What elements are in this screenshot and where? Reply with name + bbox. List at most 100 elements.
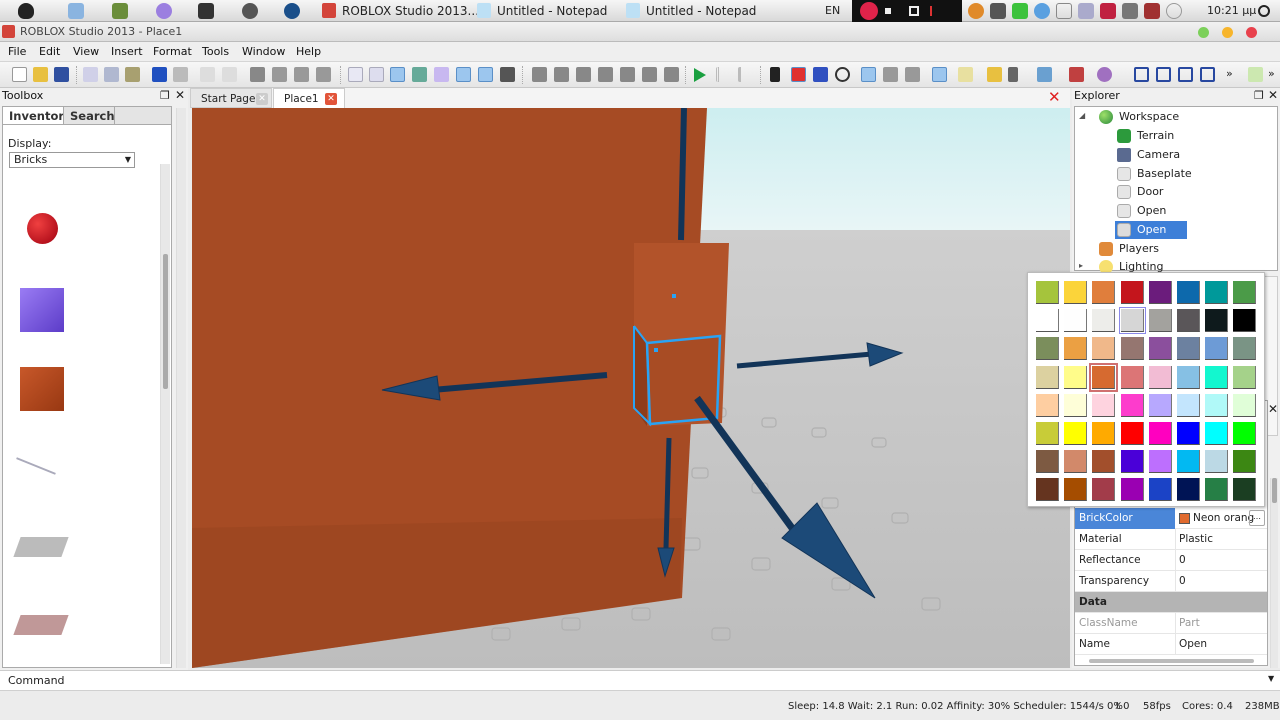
collision-icon[interactable] [932, 67, 947, 82]
minecraft-icon[interactable] [112, 3, 128, 19]
prop-row-reflectance[interactable]: Reflectance 0 [1075, 550, 1267, 571]
color-swatch[interactable] [1177, 450, 1200, 474]
menu-window[interactable]: Window [242, 45, 285, 58]
color-swatch[interactable] [1177, 365, 1200, 389]
color-swatch[interactable] [1036, 281, 1059, 304]
view-icon[interactable] [500, 67, 515, 82]
surface-icon[interactable] [1097, 67, 1112, 82]
scrollbar-thumb[interactable] [163, 254, 168, 389]
close-panel-icon[interactable]: ✕ [175, 88, 185, 102]
color-swatch[interactable] [1064, 309, 1088, 333]
tab-start-page[interactable]: Start Page ✕ [190, 88, 272, 108]
cut-icon[interactable] [83, 67, 98, 82]
color-swatch[interactable] [1233, 309, 1257, 333]
color-swatch[interactable] [1064, 365, 1088, 389]
screenshot-icon[interactable] [909, 6, 919, 16]
camera-tool-icon[interactable] [642, 67, 657, 82]
open-icon[interactable] [33, 67, 48, 82]
prop-row-transparency[interactable]: Transparency 0 [1075, 571, 1267, 592]
color-swatch[interactable] [1064, 393, 1088, 417]
color-swatch[interactable] [1036, 365, 1059, 389]
color-swatch[interactable] [1064, 450, 1088, 474]
expand-arrow-icon[interactable]: ▸ [1079, 261, 1083, 270]
apple-icon[interactable] [18, 3, 34, 19]
weld-icon[interactable] [883, 67, 898, 82]
ellipsis-button[interactable]: … [1249, 510, 1265, 526]
drop-icon[interactable] [250, 67, 265, 82]
color-swatch[interactable] [1064, 281, 1088, 304]
new-icon[interactable] [12, 67, 27, 82]
close-document-icon[interactable]: ✕ [1048, 88, 1061, 106]
display-select[interactable]: Bricks ▼ [9, 152, 135, 168]
color-swatch[interactable] [1205, 422, 1229, 445]
handle-up[interactable] [678, 108, 687, 241]
output-icon[interactable] [434, 67, 449, 82]
chevron-down-icon[interactable]: ▼ [1268, 674, 1274, 683]
tray-icon[interactable] [1034, 3, 1050, 19]
color-swatch[interactable] [1177, 281, 1200, 304]
close-tab-icon[interactable]: ✕ [256, 93, 268, 105]
insert-icon[interactable] [1248, 67, 1263, 82]
box-icon[interactable] [1134, 67, 1149, 82]
tray-icon[interactable] [1144, 3, 1160, 19]
anchor-icon[interactable] [1008, 67, 1018, 82]
color-swatch[interactable] [1177, 393, 1200, 417]
prop-value[interactable]: Neon orang [1193, 508, 1254, 529]
color-swatch[interactable] [1177, 337, 1200, 361]
color-swatch[interactable] [1148, 393, 1172, 417]
prop-section-data[interactable]: Data [1075, 592, 1267, 613]
menu-view[interactable]: View [73, 45, 99, 58]
overflow-chevron-icon[interactable]: » [1268, 67, 1275, 80]
unjoin-icon[interactable] [905, 67, 920, 82]
prop-value[interactable]: Open [1179, 634, 1207, 655]
color-swatch[interactable] [1120, 281, 1144, 304]
box-icon[interactable] [1178, 67, 1193, 82]
tray-icon[interactable] [1012, 3, 1028, 19]
cursor-icon[interactable] [930, 6, 940, 16]
paste-into-icon[interactable] [958, 67, 973, 82]
tree-item-terrain[interactable]: Terrain [1115, 127, 1174, 145]
tab-search[interactable]: Search [63, 106, 122, 125]
camera-tool-icon[interactable] [598, 67, 613, 82]
camera-tool-icon[interactable] [554, 67, 569, 82]
toolbox-outer-scrollbar[interactable] [176, 108, 186, 668]
color-swatch[interactable] [1233, 422, 1257, 445]
float-panel-icon[interactable]: ❐ [160, 89, 170, 102]
taskbar-roblox-studio[interactable]: ROBLOX Studio 2013... [320, 0, 479, 22]
taskbar-notepad-2[interactable]: Untitled - Notepad [624, 0, 756, 22]
tree-item-camera[interactable]: Camera [1115, 146, 1180, 164]
color-swatch[interactable] [1233, 365, 1257, 389]
toolbox-toggle-icon[interactable] [390, 67, 405, 82]
rotate-tool-icon[interactable] [835, 67, 850, 82]
tray-icon[interactable] [990, 3, 1006, 19]
color-swatch[interactable] [1092, 422, 1116, 445]
color-swatch[interactable] [1120, 365, 1144, 389]
undo-icon[interactable] [152, 67, 167, 82]
color-swatch[interactable] [1120, 337, 1144, 361]
prop-row-material[interactable]: Material Plastic [1075, 529, 1267, 550]
toolbox-item-red-sphere[interactable] [27, 213, 58, 244]
box-icon[interactable] [1200, 67, 1215, 82]
lift-icon[interactable] [316, 67, 331, 82]
color-swatch[interactable] [1177, 422, 1200, 445]
tree-item-baseplate[interactable]: Baseplate [1115, 165, 1192, 183]
material-icon[interactable] [1069, 67, 1084, 82]
prop-value[interactable]: 0 [1179, 550, 1186, 571]
network-icon[interactable] [1078, 3, 1094, 19]
3d-viewport[interactable] [192, 108, 1070, 668]
tree-item-lighting[interactable]: Lighting [1097, 258, 1163, 272]
color-swatch[interactable] [1036, 450, 1059, 474]
tree-item-players[interactable]: Players [1097, 240, 1159, 258]
tree-item-door[interactable]: Door [1115, 183, 1163, 201]
color-swatch[interactable] [1092, 309, 1116, 333]
ungroup-icon[interactable] [222, 67, 237, 82]
resize-icon[interactable] [813, 67, 828, 82]
clock[interactable]: 10:21 μμ [1207, 4, 1256, 17]
power-icon[interactable] [1122, 3, 1138, 19]
color-swatch[interactable] [1036, 422, 1059, 445]
antivirus-icon[interactable] [1100, 3, 1116, 19]
menu-tools[interactable]: Tools [202, 45, 229, 58]
menu-file[interactable]: File [8, 45, 26, 58]
explorer-toggle-icon[interactable] [348, 67, 363, 82]
color-swatch[interactable] [1148, 365, 1172, 389]
